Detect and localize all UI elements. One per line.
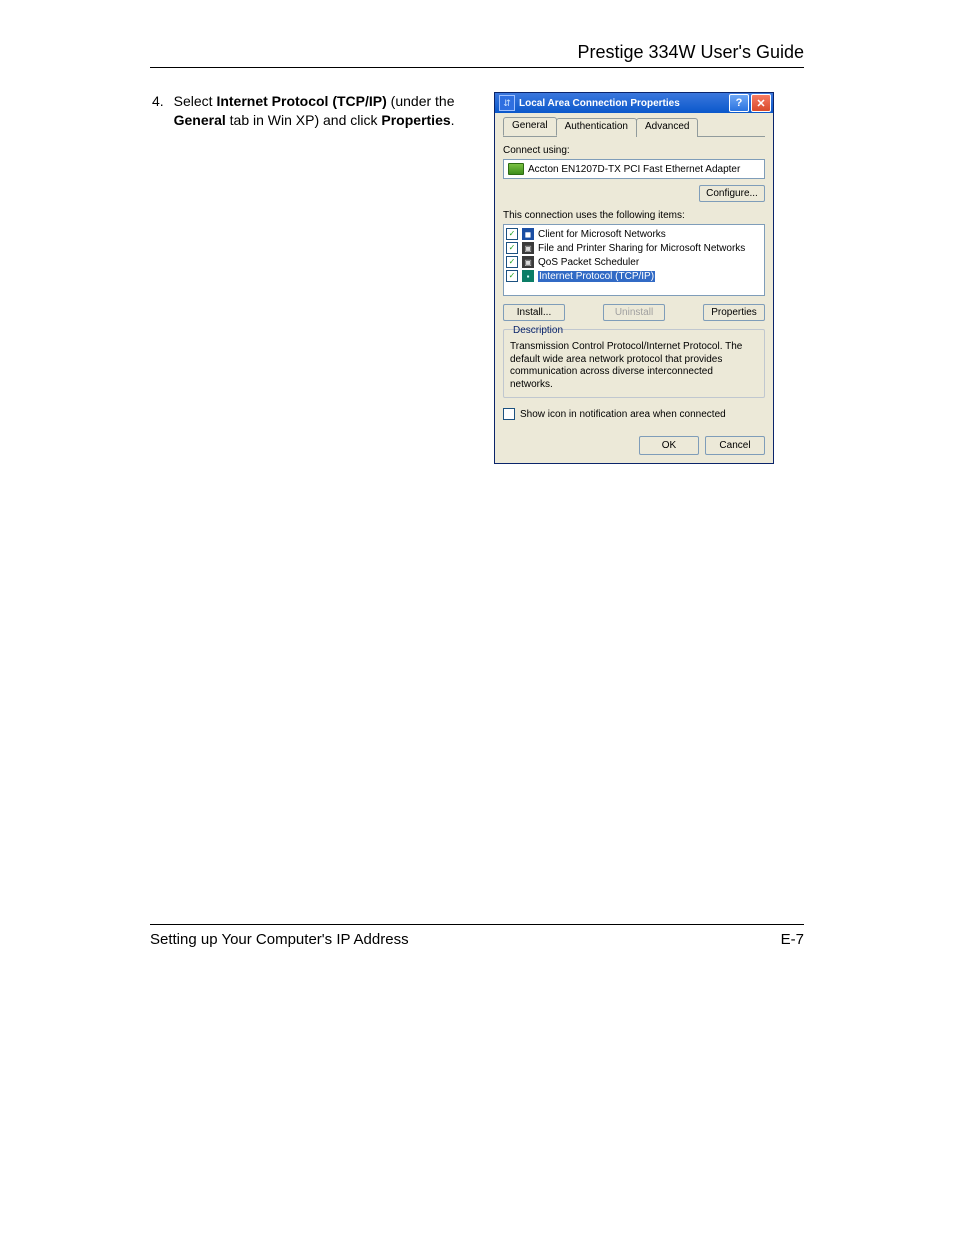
properties-button[interactable]: Properties (703, 304, 765, 321)
close-button[interactable]: ✕ (751, 94, 771, 112)
list-item-selected[interactable]: ✓ ▪ Internet Protocol (TCP/IP) (506, 269, 762, 283)
connect-using-label: Connect using: (503, 145, 765, 156)
checkbox[interactable]: ✓ (506, 242, 518, 254)
configure-button[interactable]: Configure... (699, 185, 765, 202)
qos-icon: ▣ (522, 256, 534, 268)
nic-icon (508, 163, 524, 175)
tab-strip: General Authentication Advanced (503, 117, 765, 137)
description-group: Description Transmission Control Protoco… (503, 329, 765, 398)
show-icon-checkbox[interactable]: ✓ (503, 408, 515, 420)
items-label: This connection uses the following items… (503, 210, 765, 221)
instruction-text: Select Internet Protocol (TCP/IP) (under… (174, 92, 470, 464)
titlebar[interactable]: ⇵ Local Area Connection Properties ? ✕ (495, 93, 773, 113)
header-title: Prestige 334W User's Guide (150, 42, 804, 67)
show-icon-row[interactable]: ✓ Show icon in notification area when co… (503, 408, 765, 420)
adapter-field: Accton EN1207D-TX PCI Fast Ethernet Adap… (503, 159, 765, 179)
description-text: Transmission Control Protocol/Internet P… (510, 341, 758, 391)
connection-properties-dialog: ⇵ Local Area Connection Properties ? ✕ G… (494, 92, 774, 464)
connection-icon: ⇵ (499, 95, 515, 111)
share-icon: ▣ (522, 242, 534, 254)
install-button[interactable]: Install... (503, 304, 565, 321)
adapter-name: Accton EN1207D-TX PCI Fast Ethernet Adap… (528, 164, 740, 175)
protocol-icon: ▪ (522, 270, 534, 282)
items-listbox[interactable]: ✓ ◼ Client for Microsoft Networks ✓ ▣ Fi… (503, 224, 765, 296)
checkbox[interactable]: ✓ (506, 228, 518, 240)
dialog-title: Local Area Connection Properties (519, 98, 729, 109)
footer-page-number: E-7 (781, 931, 804, 948)
show-icon-label: Show icon in notification area when conn… (520, 409, 726, 420)
checkbox[interactable]: ✓ (506, 256, 518, 268)
help-button[interactable]: ? (729, 94, 749, 112)
checkbox[interactable]: ✓ (506, 270, 518, 282)
list-item[interactable]: ✓ ◼ Client for Microsoft Networks (506, 227, 762, 241)
tab-advanced[interactable]: Advanced (636, 118, 698, 137)
footer-section-title: Setting up Your Computer's IP Address (150, 931, 409, 948)
list-item[interactable]: ✓ ▣ QoS Packet Scheduler (506, 255, 762, 269)
cancel-button[interactable]: Cancel (705, 436, 765, 455)
tab-general[interactable]: General (503, 117, 557, 136)
tab-authentication[interactable]: Authentication (556, 118, 637, 137)
instruction-number: 4. (150, 92, 174, 464)
client-icon: ◼ (522, 228, 534, 240)
uninstall-button: Uninstall (603, 304, 665, 321)
instruction-step: 4. Select Internet Protocol (TCP/IP) (un… (150, 92, 470, 464)
list-item[interactable]: ✓ ▣ File and Printer Sharing for Microso… (506, 241, 762, 255)
ok-button[interactable]: OK (639, 436, 699, 455)
